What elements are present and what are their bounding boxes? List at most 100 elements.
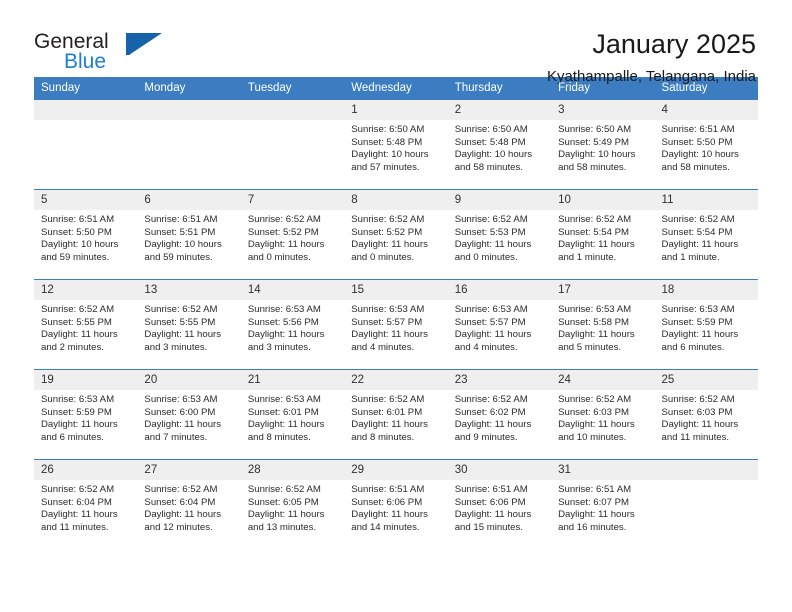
day-details: Sunrise: 6:51 AM Sunset: 6:06 PM Daylight:… <box>344 480 447 534</box>
calendar-day-cell[interactable]: 7 Sunrise: 6:52 AM Sunset: 5:52 PM Daylight… <box>240 189 345 280</box>
calendar-day-cell[interactable]: 6 Sunrise: 6:51 AM Sunset: 5:51 PM Daylight… <box>137 189 241 280</box>
sunset-text: Sunset: 5:57 PM <box>454 316 526 328</box>
calendar-day-cell[interactable]: 2 Sunrise: 6:50 AM Sunset: 5:48 PM Daylight… <box>447 99 552 190</box>
calendar-day-cell[interactable]: 8 Sunrise: 6:52 AM Sunset: 5:52 PM Daylight… <box>344 189 448 280</box>
calendar-day-cell-empty <box>137 99 241 190</box>
daylight-text-line2: and 13 minutes. <box>247 521 317 533</box>
day-cell-inner: 27 Sunrise: 6:52 AM Sunset: 6:04 PM Dayligh… <box>137 460 241 549</box>
day-cell-inner: 14 Sunrise: 6:53 AM Sunset: 5:56 PM Dayligh… <box>240 280 345 369</box>
day-number: 17 <box>551 280 655 300</box>
calendar-day-cell[interactable]: 18 Sunrise: 6:53 AM Sunset: 5:59 PM Dayligh… <box>654 279 758 370</box>
day-cell-inner <box>34 100 138 189</box>
day-cell-inner <box>137 100 241 189</box>
daylight-text-line1: Daylight: 11 hours <box>247 239 325 251</box>
day-cell-inner: 29 Sunrise: 6:51 AM Sunset: 6:06 PM Dayligh… <box>344 460 448 549</box>
day-cell-inner <box>240 100 345 189</box>
day-details: Sunrise: 6:52 AM Sunset: 6:05 PM Daylight:… <box>241 480 344 534</box>
calendar-day-cell[interactable]: 1 Sunrise: 6:50 AM Sunset: 5:48 PM Daylight… <box>344 99 448 190</box>
daylight-text-line1: Daylight: 11 hours <box>558 419 635 431</box>
daylight-text-line1: Daylight: 11 hours <box>454 419 532 431</box>
brand-logo[interactable]: General Blue <box>34 28 224 73</box>
sunset-text: Sunset: 5:50 PM <box>41 226 112 238</box>
day-details: Sunrise: 6:50 AM Sunset: 5:49 PM Daylight:… <box>551 120 654 174</box>
calendar-day-cell[interactable]: 28 Sunrise: 6:52 AM Sunset: 6:05 PM Dayligh… <box>240 459 345 549</box>
daylight-text-line1: Daylight: 11 hours <box>144 329 222 341</box>
calendar-day-cell[interactable]: 5 Sunrise: 6:51 AM Sunset: 5:50 PM Daylight… <box>34 189 138 280</box>
day-details: Sunrise: 6:52 AM Sunset: 6:02 PM Daylight:… <box>448 390 551 444</box>
calendar-day-cell[interactable]: 27 Sunrise: 6:52 AM Sunset: 6:04 PM Dayligh… <box>137 459 241 549</box>
day-number: 26 <box>34 460 138 480</box>
daylight-text-line1: Daylight: 10 hours <box>558 149 636 161</box>
day-cell-inner: 10 Sunrise: 6:52 AM Sunset: 5:54 PM Dayligh… <box>551 190 655 279</box>
day-cell-inner: 25 Sunrise: 6:52 AM Sunset: 6:03 PM Dayligh… <box>654 370 758 459</box>
day-cell-inner: 24 Sunrise: 6:52 AM Sunset: 6:03 PM Dayligh… <box>551 370 655 459</box>
calendar-day-cell[interactable]: 21 Sunrise: 6:53 AM Sunset: 6:01 PM Dayligh… <box>240 369 345 460</box>
day-number: 21 <box>240 370 345 390</box>
daylight-text-line1: Daylight: 11 hours <box>454 239 532 251</box>
calendar-day-cell[interactable]: 20 Sunrise: 6:53 AM Sunset: 6:00 PM Dayligh… <box>137 369 241 460</box>
calendar-day-cell[interactable]: 9 Sunrise: 6:52 AM Sunset: 5:53 PM Daylight… <box>447 189 552 280</box>
day-cell-inner: 1 Sunrise: 6:50 AM Sunset: 5:48 PM Daylight… <box>344 100 448 189</box>
day-number: 28 <box>240 460 345 480</box>
calendar-day-cell[interactable]: 12 Sunrise: 6:52 AM Sunset: 5:55 PM Dayligh… <box>34 279 138 370</box>
day-number: 16 <box>447 280 552 300</box>
daylight-text-line2: and 0 minutes. <box>247 251 311 263</box>
day-number: 7 <box>240 190 345 210</box>
sunset-text: Sunset: 5:49 PM <box>558 136 630 148</box>
calendar-day-cell[interactable]: 17 Sunrise: 6:53 AM Sunset: 5:58 PM Dayligh… <box>551 279 655 370</box>
sunrise-text: Sunrise: 6:50 AM <box>454 124 528 135</box>
calendar-day-cell[interactable]: 16 Sunrise: 6:53 AM Sunset: 5:57 PM Dayligh… <box>447 279 552 370</box>
daylight-text-line2: and 8 minutes. <box>351 431 415 443</box>
day-number: 12 <box>34 280 138 300</box>
calendar-day-cell[interactable]: 15 Sunrise: 6:53 AM Sunset: 5:57 PM Dayligh… <box>344 279 448 370</box>
calendar-day-cell[interactable]: 4 Sunrise: 6:51 AM Sunset: 5:50 PM Daylight… <box>654 99 758 190</box>
day-number <box>240 100 345 120</box>
day-details: Sunrise: 6:52 AM Sunset: 6:04 PM Daylight:… <box>34 480 137 534</box>
calendar-page: General Blue January 2025 Kyathampalle, … <box>0 0 792 612</box>
day-cell-inner: 4 Sunrise: 6:51 AM Sunset: 5:50 PM Daylight… <box>654 100 758 189</box>
calendar-day-cell[interactable]: 19 Sunrise: 6:53 AM Sunset: 5:59 PM Dayligh… <box>34 369 138 460</box>
sunset-text: Sunset: 5:59 PM <box>41 406 112 418</box>
day-cell-inner: 3 Sunrise: 6:50 AM Sunset: 5:49 PM Daylight… <box>551 100 655 189</box>
day-details: Sunrise: 6:52 AM Sunset: 6:03 PM Daylight:… <box>655 390 758 444</box>
calendar-day-cell[interactable]: 22 Sunrise: 6:52 AM Sunset: 6:01 PM Dayligh… <box>344 369 448 460</box>
day-number: 31 <box>551 460 655 480</box>
day-cell-inner: 30 Sunrise: 6:51 AM Sunset: 6:06 PM Dayligh… <box>447 460 552 549</box>
day-number: 1 <box>344 100 448 120</box>
calendar-day-cell[interactable]: 13 Sunrise: 6:52 AM Sunset: 5:55 PM Dayligh… <box>137 279 241 370</box>
daylight-text-line1: Daylight: 11 hours <box>558 329 635 341</box>
sunset-text: Sunset: 5:55 PM <box>144 316 216 328</box>
day-details: Sunrise: 6:53 AM Sunset: 6:00 PM Daylight:… <box>137 390 240 444</box>
day-number: 29 <box>344 460 448 480</box>
day-details: Sunrise: 6:51 AM Sunset: 6:06 PM Daylight:… <box>448 480 551 534</box>
daylight-text-line2: and 57 minutes. <box>351 161 420 173</box>
daylight-text-line1: Daylight: 11 hours <box>247 509 325 521</box>
sunrise-text: Sunrise: 6:51 AM <box>41 214 115 225</box>
day-details: Sunrise: 6:50 AM Sunset: 5:48 PM Daylight:… <box>448 120 551 174</box>
calendar-day-cell[interactable]: 25 Sunrise: 6:52 AM Sunset: 6:03 PM Dayligh… <box>654 369 758 460</box>
sunrise-text: Sunrise: 6:51 AM <box>144 214 218 225</box>
sunset-text: Sunset: 5:52 PM <box>247 226 319 238</box>
calendar-day-cell[interactable]: 29 Sunrise: 6:51 AM Sunset: 6:06 PM Dayligh… <box>344 459 448 549</box>
calendar-day-cell[interactable]: 30 Sunrise: 6:51 AM Sunset: 6:06 PM Dayligh… <box>447 459 552 549</box>
calendar-day-cell[interactable]: 14 Sunrise: 6:53 AM Sunset: 5:56 PM Dayligh… <box>240 279 345 370</box>
calendar-day-cell[interactable]: 23 Sunrise: 6:52 AM Sunset: 6:02 PM Dayligh… <box>447 369 552 460</box>
calendar-day-cell[interactable]: 11 Sunrise: 6:52 AM Sunset: 5:54 PM Dayligh… <box>654 189 758 280</box>
day-cell-inner: 13 Sunrise: 6:52 AM Sunset: 5:55 PM Dayligh… <box>137 280 241 369</box>
calendar-day-cell[interactable]: 26 Sunrise: 6:52 AM Sunset: 6:04 PM Dayligh… <box>34 459 138 549</box>
sunrise-text: Sunrise: 6:53 AM <box>661 304 735 315</box>
sunset-text: Sunset: 5:48 PM <box>351 136 423 148</box>
day-details: Sunrise: 6:52 AM Sunset: 5:55 PM Daylight:… <box>137 300 240 354</box>
calendar-day-cell[interactable]: 31 Sunrise: 6:51 AM Sunset: 6:07 PM Dayligh… <box>551 459 655 549</box>
sunset-text: Sunset: 6:03 PM <box>558 406 630 418</box>
sunset-text: Sunset: 5:52 PM <box>351 226 423 238</box>
day-details: Sunrise: 6:51 AM Sunset: 5:50 PM Daylight:… <box>655 120 758 174</box>
day-details: Sunrise: 6:51 AM Sunset: 5:51 PM Daylight:… <box>137 210 240 264</box>
calendar-week-row: 12 Sunrise: 6:52 AM Sunset: 5:55 PM Dayligh… <box>34 279 758 370</box>
calendar-day-cell[interactable]: 10 Sunrise: 6:52 AM Sunset: 5:54 PM Dayligh… <box>551 189 655 280</box>
calendar-day-cell[interactable]: 24 Sunrise: 6:52 AM Sunset: 6:03 PM Dayligh… <box>551 369 655 460</box>
day-details: Sunrise: 6:52 AM Sunset: 6:03 PM Daylight:… <box>551 390 654 444</box>
calendar-day-cell[interactable]: 3 Sunrise: 6:50 AM Sunset: 5:49 PM Daylight… <box>551 99 655 190</box>
day-cell-inner: 28 Sunrise: 6:52 AM Sunset: 6:05 PM Dayligh… <box>240 460 345 549</box>
daylight-text-line1: Daylight: 11 hours <box>661 419 739 431</box>
